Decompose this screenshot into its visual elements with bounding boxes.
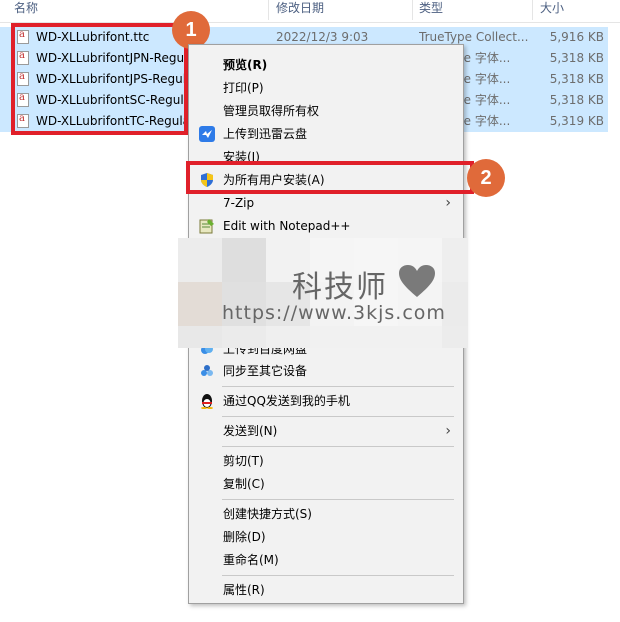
menu-item-print[interactable]: 打印(P) [189, 77, 463, 99]
menu-separator [222, 499, 454, 500]
xunlei-bird-icon [199, 126, 215, 142]
menu-item-sync-devices[interactable]: 同步至其它设备 [189, 360, 463, 382]
chevron-right-icon: › [445, 195, 451, 211]
step-badge-2: 2 [467, 159, 505, 197]
menu-item-delete[interactable]: 删除(D) [189, 526, 463, 548]
chevron-right-icon: › [445, 423, 451, 439]
menu-label: 剪切(T) [223, 454, 264, 468]
install-highlight-box [186, 161, 474, 194]
menu-item-notepad[interactable]: Edit with Notepad++ [189, 215, 463, 237]
file-size: 5,319 KB [549, 114, 604, 128]
menu-item-preview[interactable]: 预览(R) [189, 54, 463, 76]
menu-item-copy[interactable]: 复制(C) [189, 473, 463, 495]
notepad-icon [199, 218, 215, 234]
menu-item-upload-xunlei[interactable]: 上传到迅雷云盘 [189, 123, 463, 145]
column-divider[interactable] [532, 0, 533, 20]
menu-label: 重命名(M) [223, 553, 279, 567]
menu-item-rename[interactable]: 重命名(M) [189, 549, 463, 571]
file-size: 5,318 KB [549, 93, 604, 107]
menu-separator [222, 575, 454, 576]
column-date[interactable]: 修改日期 [276, 0, 324, 16]
menu-label: Edit with Notepad++ [223, 219, 351, 233]
menu-label: 复制(C) [223, 477, 265, 491]
menu-item-create-shortcut[interactable]: 创建快捷方式(S) [189, 503, 463, 525]
menu-item-cut[interactable]: 剪切(T) [189, 450, 463, 472]
menu-item-properties[interactable]: 属性(R) [189, 579, 463, 601]
menu-label: 通过QQ发送到我的手机 [223, 394, 350, 408]
menu-separator [222, 416, 454, 417]
menu-item-7zip[interactable]: 7-Zip › [189, 192, 463, 214]
heart-icon [398, 264, 436, 301]
file-size: 5,318 KB [549, 72, 604, 86]
menu-label: 管理员取得所有权 [223, 104, 320, 118]
column-divider[interactable] [268, 0, 269, 20]
menu-item-qq-send[interactable]: 通过QQ发送到我的手机 [189, 390, 463, 412]
menu-label: 属性(R) [223, 583, 265, 597]
watermark-url: https://www.3kjs.com [222, 302, 446, 324]
column-name[interactable]: 名称 [14, 0, 38, 16]
column-size[interactable]: 大小 [540, 0, 564, 16]
menu-label: 打印(P) [223, 81, 264, 95]
menu-label: 同步至其它设备 [223, 364, 308, 378]
menu-label: 上传到迅雷云盘 [223, 127, 308, 141]
column-type[interactable]: 类型 [419, 0, 443, 16]
menu-label: 发送到(N) [223, 424, 278, 438]
menu-label: 删除(D) [223, 530, 266, 544]
menu-label: 预览(R) [223, 58, 268, 72]
file-size: 5,916 KB [549, 30, 604, 44]
menu-label: 7-Zip [223, 196, 255, 210]
column-header: 名称 修改日期 类型 大小 [0, 0, 620, 23]
menu-item-take-ownership[interactable]: 管理员取得所有权 [189, 100, 463, 122]
file-size: 5,318 KB [549, 51, 604, 65]
qq-penguin-icon [199, 393, 215, 409]
menu-label: 创建快捷方式(S) [223, 507, 312, 521]
column-divider[interactable] [412, 0, 413, 20]
menu-separator [222, 446, 454, 447]
sync-icon [199, 363, 215, 379]
files-highlight-box [11, 23, 188, 135]
watermark-brand: 科技师 [292, 270, 388, 305]
menu-item-send-to[interactable]: 发送到(N) › [189, 420, 463, 442]
menu-separator [222, 386, 454, 387]
